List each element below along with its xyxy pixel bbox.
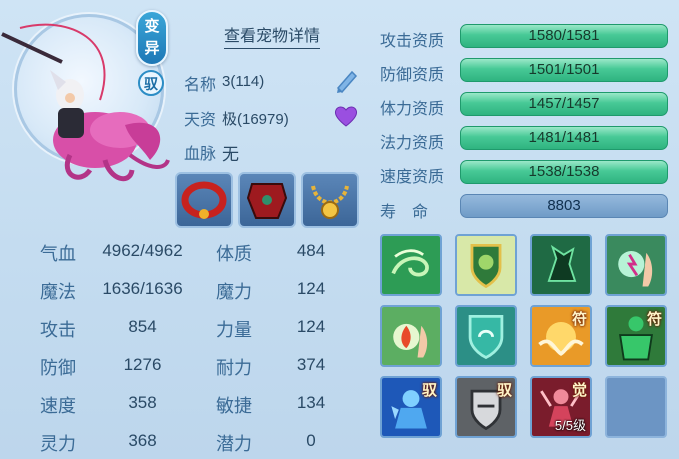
aptitude-bar-0: 1580/1581 bbox=[460, 24, 668, 48]
view-pet-details-link[interactable]: 查看宠物详情 bbox=[224, 22, 321, 49]
lifespan-label: 寿 命 bbox=[380, 204, 429, 221]
stat-value-right-1: 124 bbox=[296, 279, 326, 298]
stat-value-right-0: 484 bbox=[296, 241, 326, 260]
aptitude-label-3: 法力资质 bbox=[380, 135, 445, 152]
stat-value-right-5: 0 bbox=[306, 431, 316, 450]
equipment-slot-2[interactable] bbox=[238, 172, 296, 228]
lightning-hand-icon bbox=[607, 236, 665, 294]
green-shield-icon bbox=[457, 307, 515, 365]
stat-value-right-2: 124 bbox=[296, 317, 326, 336]
aptitude-label-0: 攻击资质 bbox=[380, 33, 445, 50]
stat-label-right-3: 耐力 bbox=[216, 358, 252, 378]
stat-label-left-3: 防御 bbox=[40, 358, 76, 378]
stat-label-left-2: 攻击 bbox=[40, 320, 76, 340]
equipment-slot-1[interactable] bbox=[175, 172, 233, 228]
shield-emblem-icon bbox=[457, 236, 515, 294]
red-collar-icon bbox=[181, 181, 227, 219]
wind-swirl-icon bbox=[382, 236, 440, 294]
fire-hand-icon bbox=[382, 307, 440, 365]
skill-slot-8[interactable]: 符 bbox=[605, 305, 667, 367]
stat-label-left-5: 灵力 bbox=[40, 434, 76, 454]
aptitude-label-2: 体力资质 bbox=[380, 101, 445, 118]
stat-value-left-4: 358 bbox=[128, 393, 157, 412]
bloodline-label: 血脉 bbox=[184, 146, 217, 163]
stat-label-right-4: 敏捷 bbox=[216, 396, 252, 416]
stat-label-right-1: 魔力 bbox=[216, 282, 252, 302]
skill-tag-8: 符 bbox=[646, 311, 662, 328]
red-armor-icon bbox=[246, 183, 288, 219]
aptitude-label-4: 速度资质 bbox=[380, 169, 445, 186]
stat-label-right-0: 体质 bbox=[216, 244, 252, 264]
aptitude-bar-1: 1501/1501 bbox=[460, 58, 668, 82]
stat-value-left-1: 1636/1636 bbox=[102, 279, 183, 298]
stat-value-left-3: 1276 bbox=[123, 355, 162, 374]
skill-level-11: 5/5级 bbox=[554, 418, 586, 433]
aptitude-bar-4: 1538/1538 bbox=[460, 160, 668, 184]
skill-slot-12[interactable] bbox=[605, 376, 667, 438]
aptitude-bar-3: 1481/1481 bbox=[460, 126, 668, 150]
aptitude-value: 极(16979) bbox=[222, 111, 289, 128]
gold-necklace-icon bbox=[311, 185, 349, 219]
skill-slot-5[interactable] bbox=[380, 305, 442, 367]
skill-tag-10: 驭 bbox=[496, 382, 512, 399]
skill-slot-4[interactable] bbox=[605, 234, 667, 296]
skill-slot-2[interactable] bbox=[455, 234, 517, 296]
bloodline-value: 无 bbox=[222, 145, 239, 164]
aptitude-label-1: 防御资质 bbox=[380, 67, 445, 84]
stat-value-left-2: 854 bbox=[128, 317, 157, 336]
skill-tag-7: 符 bbox=[571, 311, 587, 328]
skill-tag-9: 驭 bbox=[421, 382, 437, 399]
stat-value-right-4: 134 bbox=[296, 393, 326, 412]
stat-value-left-0: 4962/4962 bbox=[102, 241, 183, 260]
stat-label-right-2: 力量 bbox=[216, 320, 252, 340]
aptitude-bar-2: 1457/1457 bbox=[460, 92, 668, 116]
skill-slot-10[interactable]: 驭 bbox=[455, 376, 517, 438]
stat-label-right-5: 潜力 bbox=[216, 434, 252, 454]
skill-slot-11[interactable]: 觉 5/5级 bbox=[530, 376, 592, 438]
stat-value-left-5: 368 bbox=[128, 431, 157, 450]
name-value: 3(114) bbox=[222, 73, 265, 90]
skill-tag-11: 觉 bbox=[571, 382, 587, 399]
equipment-slot-3[interactable] bbox=[301, 172, 359, 228]
lifespan-bar: 8803 bbox=[460, 194, 668, 218]
ride-badge: 驭 bbox=[138, 70, 164, 96]
stat-value-right-3: 374 bbox=[296, 355, 326, 374]
green-beast-icon bbox=[532, 236, 590, 294]
skill-slot-1[interactable] bbox=[380, 234, 442, 296]
aptitude-label: 天资 bbox=[184, 112, 217, 129]
stat-label-left-1: 魔法 bbox=[40, 282, 76, 302]
stat-label-left-0: 气血 bbox=[40, 244, 76, 264]
skill-slot-6[interactable] bbox=[455, 305, 517, 367]
variant-badge: 变异 bbox=[136, 10, 168, 66]
skill-slot-7[interactable]: 符 bbox=[530, 305, 592, 367]
heart-icon[interactable] bbox=[333, 103, 359, 129]
stat-label-left-4: 速度 bbox=[40, 396, 76, 416]
rename-pen-icon[interactable] bbox=[332, 66, 360, 94]
name-label: 名称 bbox=[184, 77, 217, 94]
skill-slot-3[interactable] bbox=[530, 234, 592, 296]
skill-slot-9[interactable]: 驭 bbox=[380, 376, 442, 438]
